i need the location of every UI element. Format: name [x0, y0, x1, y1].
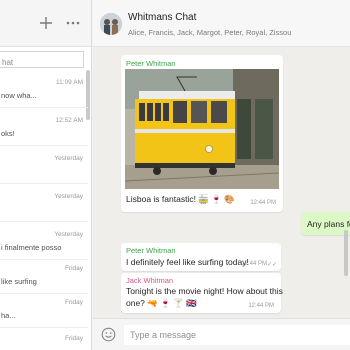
chat-list-item[interactable]: 12:52 AM oks!	[0, 108, 88, 146]
chat-time: 11:09 AM	[56, 79, 83, 86]
chat-time: Yesterday	[54, 155, 83, 162]
conversation-title: Whitmans Chat	[128, 12, 197, 23]
message-bubble[interactable]: Jack Whitman Tonight is the movie night!…	[121, 273, 283, 313]
message-text-line: Tonight is the movie night! How about th…	[126, 286, 283, 296]
chat-time: Yesterday	[54, 231, 83, 238]
chat-time: Friday	[64, 335, 83, 342]
conversation-members: Alice, Francis, Jack, Margot, Peter, Roy…	[128, 28, 292, 37]
message-time: 12:44 PM	[250, 200, 276, 206]
chat-list-item[interactable]: Yesterday	[0, 184, 88, 222]
sidebar-header	[0, 0, 91, 47]
conversation-pane: Whitmans Chat Alice, Francis, Jack, Marg…	[93, 0, 350, 350]
chat-time: 12:52 AM	[55, 117, 83, 124]
chat-list-item[interactable]: Friday	[0, 326, 88, 350]
chat-list-item[interactable]: Yesterday	[0, 146, 88, 184]
chat-preview: i finalmente posso	[1, 243, 62, 252]
smiley-icon[interactable]	[101, 327, 116, 342]
message-sender: Peter Whitman	[126, 246, 176, 255]
tram-photo[interactable]	[125, 69, 279, 189]
search-box[interactable]	[0, 51, 84, 70]
chat-preview: oks!	[1, 129, 15, 138]
chat-time: Yesterday	[54, 193, 83, 200]
chat-preview: now wha...	[1, 91, 37, 100]
chat-list-sidebar: 11:09 AM now wha... 12:52 AM oks! Yester…	[0, 0, 92, 350]
message-time: 12:44 PM	[248, 303, 274, 309]
more-dots-icon[interactable]	[63, 13, 83, 33]
message-sender: Jack Whitman	[126, 276, 174, 285]
chat-preview: like surfing	[1, 277, 37, 286]
chat-list-item[interactable]: Friday ha...	[0, 290, 88, 328]
message-sender: Peter Whitman	[126, 59, 176, 68]
plus-icon[interactable]	[36, 13, 56, 33]
chat-time: Friday	[64, 265, 83, 272]
message-text: Lisboa is fantastic! 🚋 🍷 🎨	[126, 194, 235, 204]
message-bubble-photo[interactable]: Peter Whitman Lisboa is fantastic! 🚋 🍷 🎨…	[121, 55, 283, 212]
conversation-scrollbar[interactable]	[344, 230, 348, 276]
search-input[interactable]	[0, 55, 83, 70]
message-bubble-outgoing[interactable]: Any plans for	[301, 212, 350, 235]
message-text: I definitely feel like surfing today!	[126, 257, 249, 267]
message-time: 12:44 PM	[241, 261, 267, 267]
chat-list-item[interactable]: 11:09 AM now wha...	[0, 70, 88, 108]
chat-list-item[interactable]: Yesterday i finalmente posso	[0, 222, 88, 260]
message-composer	[93, 318, 350, 350]
message-bubble[interactable]: Peter Whitman I definitely feel like sur…	[121, 243, 281, 271]
conversation-header[interactable]: Whitmans Chat Alice, Francis, Jack, Marg…	[93, 0, 350, 47]
message-input[interactable]	[124, 325, 350, 345]
message-text: Any plans for	[307, 219, 350, 229]
group-avatar[interactable]	[100, 13, 122, 35]
chat-preview: ha...	[1, 311, 16, 320]
chat-time: Friday	[64, 299, 83, 306]
read-receipt-icon: ✓✓	[266, 262, 277, 268]
message-text-line: one? 🔫 🍷 🍸 🇬🇧	[126, 298, 197, 308]
chat-list-item[interactable]: Friday like surfing	[0, 256, 88, 294]
